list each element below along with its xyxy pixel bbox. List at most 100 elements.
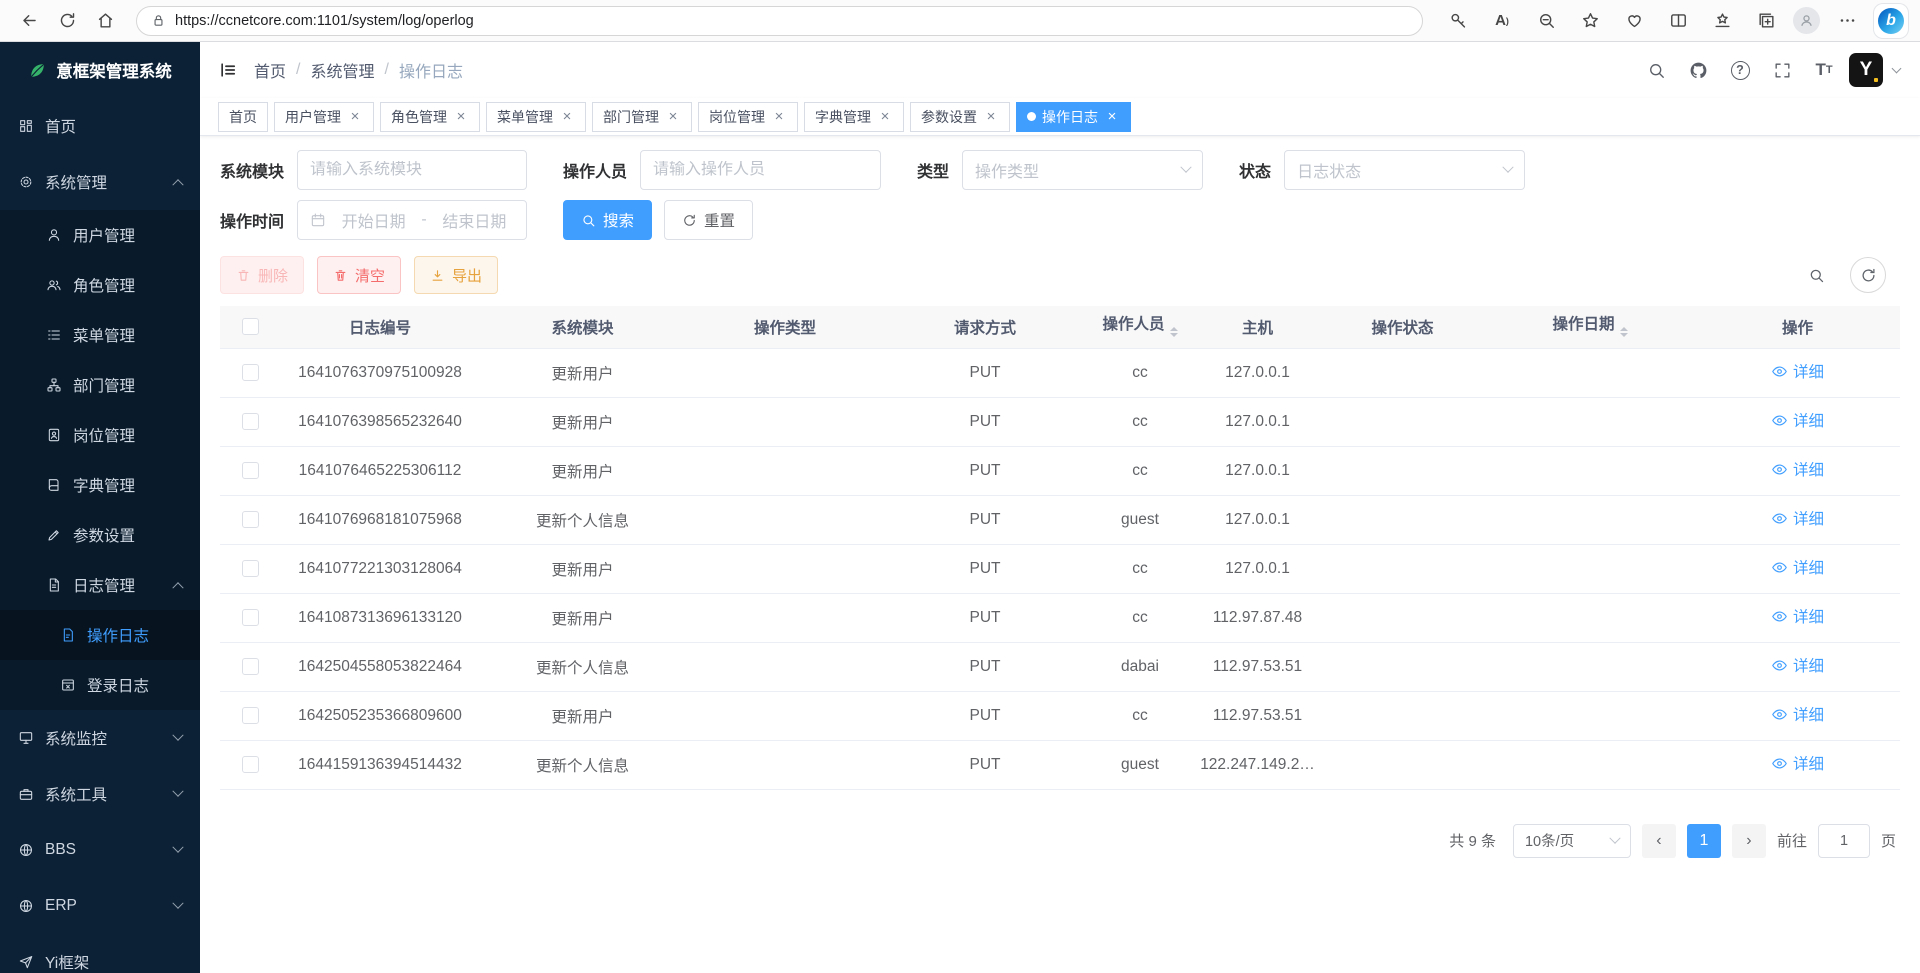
detail-link[interactable]: 详细	[1771, 605, 1824, 627]
sidebar-item-yi-framework[interactable]: Yi框架	[0, 934, 200, 973]
sidebar-item-dept-management[interactable]: 部门管理	[0, 360, 200, 410]
sidebar-item-user-management[interactable]: 用户管理	[0, 210, 200, 260]
row-checkbox[interactable]	[242, 413, 259, 430]
detail-link[interactable]: 详细	[1771, 458, 1824, 480]
row-checkbox[interactable]	[242, 364, 259, 381]
tab-menu-management[interactable]: 菜单管理×	[486, 102, 586, 132]
tab-dict-management[interactable]: 字典管理×	[804, 102, 904, 132]
next-page-button[interactable]: ›	[1732, 824, 1766, 858]
sidebar-item-dict-management[interactable]: 字典管理	[0, 460, 200, 510]
sidebar-item-system-monitor[interactable]: 系统监控	[0, 710, 200, 766]
sidebar-item-post-management[interactable]: 岗位管理	[0, 410, 200, 460]
sidebar-item-bbs[interactable]: BBS	[0, 822, 200, 878]
sidebar-item-log-management[interactable]: 日志管理	[0, 560, 200, 610]
user-avatar[interactable]: Y	[1849, 53, 1883, 87]
help-button[interactable]: ?	[1723, 53, 1757, 87]
address-bar[interactable]: https://ccnetcore.com:1101/system/log/op…	[136, 6, 1423, 36]
sidebar-toggle[interactable]	[218, 60, 238, 80]
detail-link[interactable]: 详细	[1771, 703, 1824, 725]
sort-icon[interactable]	[1170, 323, 1178, 341]
column-date[interactable]: 操作日期	[1485, 306, 1695, 348]
refresh-table-button[interactable]	[1850, 257, 1886, 293]
sort-icon[interactable]	[1620, 323, 1628, 341]
tab-operation-log[interactable]: 操作日志×	[1016, 102, 1131, 132]
tab-close-icon[interactable]: ×	[983, 109, 999, 125]
page-size-select[interactable]: 10条/页	[1513, 824, 1631, 858]
delete-button[interactable]: 删除	[220, 256, 304, 294]
read-aloud-button[interactable]: A)	[1485, 5, 1519, 37]
row-checkbox[interactable]	[242, 609, 259, 626]
sidebar-item-menu-management[interactable]: 菜单管理	[0, 310, 200, 360]
clear-button[interactable]: 清空	[317, 256, 401, 294]
tab-close-icon[interactable]: ×	[877, 109, 893, 125]
tab-close-icon[interactable]: ×	[559, 109, 575, 125]
home-button[interactable]	[88, 5, 122, 37]
fullscreen-button[interactable]	[1765, 53, 1799, 87]
type-select[interactable]: 操作类型	[962, 150, 1203, 190]
app-logo[interactable]: 意框架管理系统	[0, 42, 200, 98]
sidebar-item-operation-log[interactable]: 操作日志	[0, 610, 200, 660]
back-button[interactable]	[12, 5, 46, 37]
module-input[interactable]	[310, 161, 514, 179]
detail-link[interactable]: 详细	[1771, 556, 1824, 578]
header-search-button[interactable]	[1639, 53, 1673, 87]
status-select[interactable]: 日志状态	[1284, 150, 1525, 190]
detail-link[interactable]: 详细	[1771, 360, 1824, 382]
sidebar-item-param-settings[interactable]: 参数设置	[0, 510, 200, 560]
tab-close-icon[interactable]: ×	[771, 109, 787, 125]
date-range-picker[interactable]: 开始日期 - 结束日期	[297, 200, 527, 240]
font-size-button[interactable]: TT	[1807, 53, 1841, 87]
row-checkbox[interactable]	[242, 756, 259, 773]
row-checkbox[interactable]	[242, 560, 259, 577]
tab-close-icon[interactable]: ×	[1104, 109, 1120, 125]
password-key-button[interactable]	[1441, 5, 1475, 37]
select-all-checkbox[interactable]	[242, 318, 259, 335]
collections-button[interactable]	[1749, 5, 1783, 37]
browser-essentials-button[interactable]	[1617, 5, 1651, 37]
github-button[interactable]	[1681, 53, 1715, 87]
tab-post-management[interactable]: 岗位管理×	[698, 102, 798, 132]
zoom-button[interactable]	[1529, 5, 1563, 37]
favorites-bar-button[interactable]	[1705, 5, 1739, 37]
split-screen-button[interactable]	[1661, 5, 1695, 37]
export-button[interactable]: 导出	[414, 256, 498, 294]
sidebar-item-role-management[interactable]: 角色管理	[0, 260, 200, 310]
sidebar-item-system-tools[interactable]: 系统工具	[0, 766, 200, 822]
breadcrumb-home[interactable]: 首页	[254, 58, 286, 82]
sidebar-item-home[interactable]: 首页	[0, 98, 200, 154]
browser-profile-button[interactable]	[1793, 7, 1820, 34]
sidebar-item-erp[interactable]: ERP	[0, 878, 200, 934]
reset-button[interactable]: 重置	[664, 200, 753, 240]
tab-home[interactable]: 首页	[218, 102, 268, 132]
toggle-search-button[interactable]	[1798, 257, 1834, 293]
column-operator[interactable]: 操作人员	[1085, 306, 1195, 348]
tab-param-settings[interactable]: 参数设置×	[910, 102, 1010, 132]
more-menu-button[interactable]	[1830, 5, 1864, 37]
copilot-button[interactable]: b	[1874, 4, 1908, 38]
tab-close-icon[interactable]: ×	[453, 109, 469, 125]
page-number-1[interactable]: 1	[1687, 824, 1721, 858]
tab-close-icon[interactable]: ×	[665, 109, 681, 125]
row-checkbox[interactable]	[242, 658, 259, 675]
detail-link[interactable]: 详细	[1771, 654, 1824, 676]
row-checkbox[interactable]	[242, 707, 259, 724]
sidebar-item-login-log[interactable]: 登录日志	[0, 660, 200, 710]
detail-link[interactable]: 详细	[1771, 409, 1824, 431]
goto-page-input[interactable]	[1818, 824, 1870, 858]
detail-link[interactable]: 详细	[1771, 752, 1824, 774]
refresh-button[interactable]	[50, 5, 84, 37]
row-checkbox[interactable]	[242, 462, 259, 479]
search-button[interactable]: 搜索	[563, 200, 652, 240]
tab-user-management[interactable]: 用户管理×	[274, 102, 374, 132]
breadcrumb-system[interactable]: 系统管理	[310, 58, 374, 82]
tab-dept-management[interactable]: 部门管理×	[592, 102, 692, 132]
operator-input[interactable]	[653, 161, 868, 179]
prev-page-button[interactable]: ‹	[1642, 824, 1676, 858]
row-checkbox[interactable]	[242, 511, 259, 528]
tab-close-icon[interactable]: ×	[347, 109, 363, 125]
sidebar-item-system-management[interactable]: 系统管理	[0, 154, 200, 210]
avatar-dropdown-caret[interactable]	[1892, 64, 1902, 74]
add-favorite-button[interactable]	[1573, 5, 1607, 37]
tab-role-management[interactable]: 角色管理×	[380, 102, 480, 132]
detail-link[interactable]: 详细	[1771, 507, 1824, 529]
